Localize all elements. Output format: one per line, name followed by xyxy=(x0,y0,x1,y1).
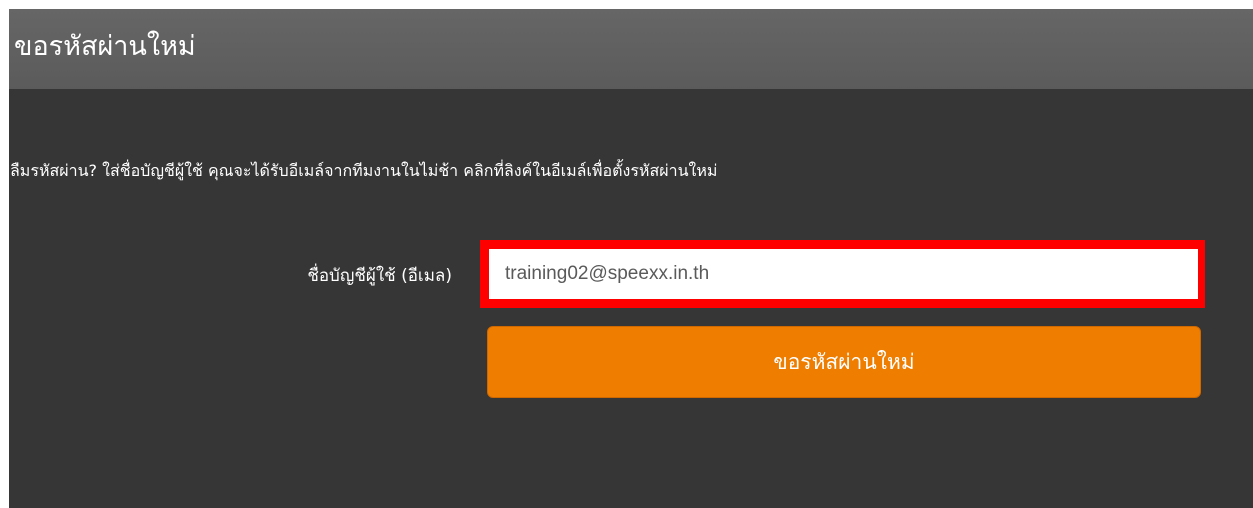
email-field[interactable] xyxy=(489,249,1198,299)
instructions-text: ลืมรหัสผ่าน? ใส่ชื่อบัญชีผู้ใช้ คุณจะได้… xyxy=(10,161,718,180)
username-label: ชื่อบัญชีผู้ใช้ (อีเมล) xyxy=(307,266,452,286)
page-title: ขอรหัสผ่านใหม่ xyxy=(14,31,196,62)
reset-password-panel: ขอรหัสผ่านใหม่ ลืมรหัสผ่าน? ใส่ชื่อบัญชี… xyxy=(9,9,1253,508)
request-password-button[interactable]: ขอรหัสผ่านใหม่ xyxy=(487,326,1201,398)
panel-header: ขอรหัสผ่านใหม่ xyxy=(9,9,1253,89)
